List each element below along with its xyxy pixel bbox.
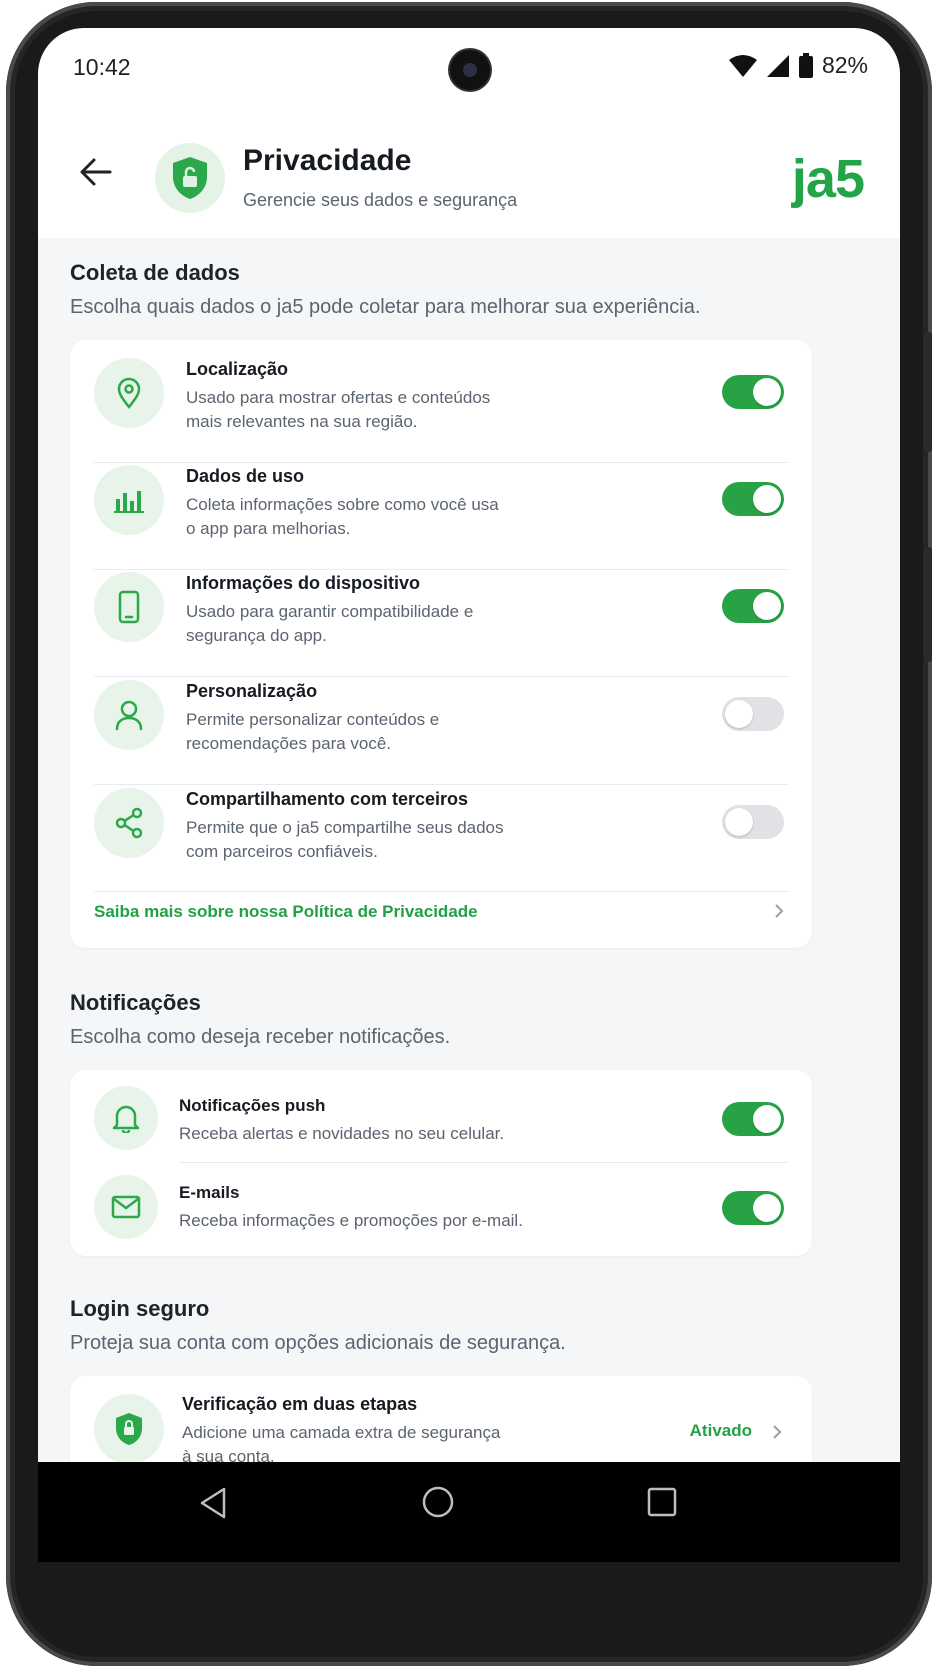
page-header: Privacidade Gerencie seus dados e segura… <box>38 108 900 238</box>
setting-row-email: E-mails Receba informações e promoções p… <box>94 1163 788 1244</box>
setting-title: Personalização <box>186 681 318 701</box>
personalization-toggle[interactable] <box>722 697 784 731</box>
setting-title: Compartilhamento com terceiros <box>186 789 469 809</box>
setting-title: Verificação em duas etapas <box>182 1394 418 1414</box>
power-button <box>924 547 932 662</box>
settings-content: Coleta de dados Escolha quais dados o ja… <box>38 238 900 1562</box>
toggle-knob <box>753 378 781 406</box>
nav-home-icon[interactable] <box>420 1484 456 1520</box>
setting-row-location: Localização Usado para mostrar ofertas e… <box>94 356 788 463</box>
screen: 10:42 82% Privacidade Gerencie seus dado… <box>38 28 900 1562</box>
setting-title: E-mails <box>179 1183 240 1202</box>
toggle-knob <box>753 1105 781 1133</box>
setting-row-personalization: Personalização Permite personalizar cont… <box>94 677 788 785</box>
status-bar: 10:42 82% <box>38 28 900 108</box>
setting-desc-line: Permite que o ja5 compartilhe seus dados <box>186 818 504 837</box>
setting-row-device-info: Informações do dispositivo Usado para ga… <box>94 570 788 677</box>
wifi-icon <box>728 54 757 77</box>
shield-lock-icon <box>94 1394 164 1464</box>
section-desc-data-collection: Escolha quais dados o ja5 pode coletar p… <box>70 296 701 318</box>
chevron-right-icon[interactable] <box>770 1425 784 1439</box>
usage-data-toggle[interactable] <box>722 482 784 516</box>
toggle-knob <box>753 592 781 620</box>
status-time: 10:42 <box>73 54 131 80</box>
push-notifications-toggle[interactable] <box>722 1102 784 1136</box>
toggle-knob <box>753 1194 781 1222</box>
battery-percent: 82% <box>821 52 868 78</box>
setting-desc: Coleta informações sobre como você usa o… <box>186 493 546 541</box>
page-title: Privacidade <box>243 144 412 177</box>
setting-title: Localização <box>186 359 289 379</box>
setting-desc-line: Coleta informações sobre como você usa <box>186 495 499 514</box>
section-desc-secure-login: Proteja sua conta com opções adicionais … <box>70 1332 566 1354</box>
setting-desc: Permite personalizar conteúdos e recomen… <box>186 708 546 756</box>
setting-desc-line: Adicione uma camada extra de segurança <box>182 1423 501 1442</box>
setting-row-third-party-sharing: Compartilhamento com terceiros Permite q… <box>94 785 788 892</box>
toggle-knob <box>725 808 753 836</box>
volume-button <box>924 332 932 452</box>
bell-icon <box>94 1086 158 1150</box>
setting-desc-line: Usado para garantir compatibilidade e <box>186 602 474 621</box>
location-pin-icon <box>94 358 164 428</box>
toggle-knob <box>725 700 753 728</box>
setting-row-push: Notificações push Receba alertas e novid… <box>94 1082 788 1163</box>
setting-desc-line: mais relevantes na sua região. <box>186 412 418 431</box>
brand-logo: ja5 <box>791 149 865 209</box>
back-arrow-icon[interactable] <box>78 154 114 190</box>
page-subtitle: Gerencie seus dados e segurança <box>243 190 518 210</box>
section-desc-notifications: Escolha como deseja receber notificações… <box>70 1026 451 1048</box>
setting-title: Informações do dispositivo <box>186 573 421 593</box>
two-factor-status: Ativado <box>689 1421 752 1440</box>
setting-desc: Permite que o ja5 compartilhe seus dados… <box>186 816 586 864</box>
section-title-secure-login: Login seguro <box>70 1296 210 1321</box>
share-icon <box>94 788 164 858</box>
third-party-sharing-toggle[interactable] <box>722 805 784 839</box>
setting-desc: Receba informações e promoções por e-mai… <box>179 1211 523 1230</box>
setting-desc-line: Usado para mostrar ofertas e conteúdos <box>186 388 491 407</box>
setting-desc-line: com parceiros confiáveis. <box>186 842 378 861</box>
notifications-card: Notificações push Receba alertas e novid… <box>70 1070 812 1256</box>
battery-icon <box>798 52 813 78</box>
setting-desc-line: o app para melhorias. <box>186 519 351 538</box>
shield-lock-icon <box>173 157 207 199</box>
signal-icon <box>766 54 789 77</box>
nav-recents-icon[interactable] <box>646 1486 678 1518</box>
privacy-policy-link[interactable]: Saiba mais sobre nossa Política de Priva… <box>94 902 478 922</box>
section-title-notifications: Notificações <box>70 990 201 1015</box>
section-title-data-collection: Coleta de dados <box>70 260 240 285</box>
nav-back-icon[interactable] <box>198 1486 230 1520</box>
setting-desc-line: segurança do app. <box>186 626 327 645</box>
setting-desc: Receba alertas e novidades no seu celula… <box>179 1124 505 1143</box>
navigation-bar <box>38 1462 900 1562</box>
device-info-toggle[interactable] <box>722 589 784 623</box>
setting-title: Dados de uso <box>186 466 305 486</box>
row-divider <box>94 891 788 892</box>
email-notifications-toggle[interactable] <box>722 1191 784 1225</box>
front-camera <box>450 50 490 90</box>
setting-desc-line: Permite personalizar conteúdos e <box>186 710 440 729</box>
location-toggle[interactable] <box>722 375 784 409</box>
user-icon <box>94 680 164 750</box>
mail-icon <box>94 1175 158 1239</box>
setting-row-usage-data: Dados de uso Coleta informações sobre co… <box>94 463 788 570</box>
toggle-knob <box>753 485 781 513</box>
smartphone-icon <box>94 572 164 642</box>
setting-desc: Usado para garantir compatibilidade e se… <box>186 600 546 648</box>
setting-desc: Usado para mostrar ofertas e conteúdos m… <box>186 386 546 434</box>
setting-title: Notificações push <box>179 1096 326 1115</box>
chevron-right-icon[interactable] <box>772 904 786 918</box>
data-collection-card: Localização Usado para mostrar ofertas e… <box>70 340 812 948</box>
setting-desc-line: recomendações para você. <box>186 734 392 753</box>
bar-chart-icon <box>94 465 164 535</box>
header-shield-badge <box>155 143 225 213</box>
